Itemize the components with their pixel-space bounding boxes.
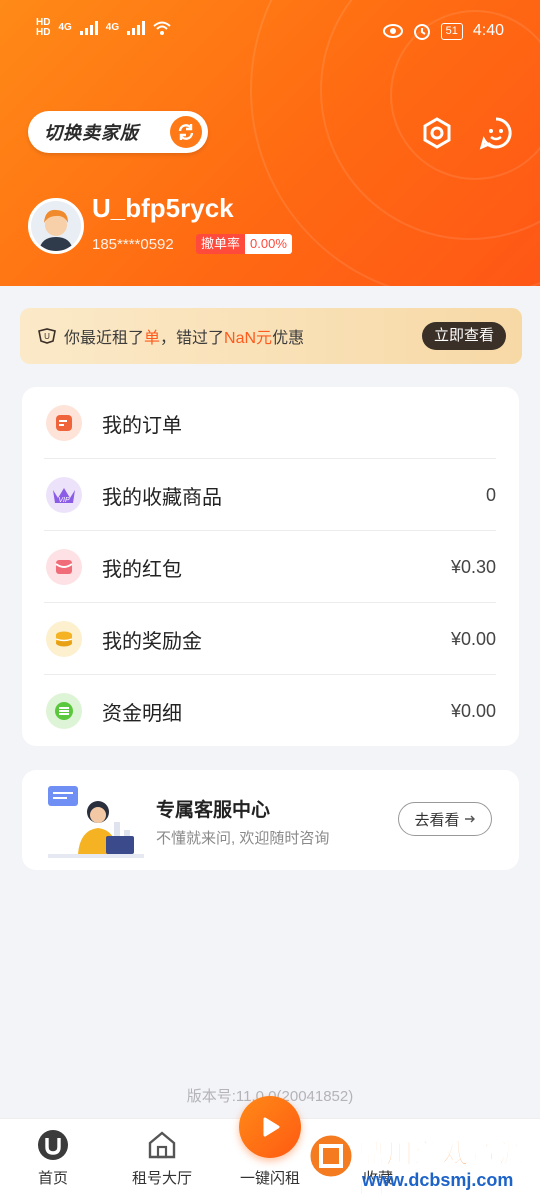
signal-1: 4G — [58, 22, 72, 33]
watermark-logo — [307, 1132, 355, 1180]
promo-highlight-2: NaN元 — [224, 330, 273, 347]
menu-item-red-packet[interactable]: 我的红包 ¥0.30 — [44, 531, 496, 603]
quick-rent-button[interactable] — [239, 1096, 301, 1158]
alarm-icon — [413, 24, 430, 40]
refresh-icon — [170, 116, 202, 148]
svg-text:VIP: VIP — [58, 497, 70, 504]
promo-text-1: 你最近租了 — [64, 330, 145, 347]
service-title: 专属客服中心 — [156, 800, 271, 821]
wifi-icon — [153, 21, 171, 35]
promo-text-2: ，错过了 — [160, 330, 225, 347]
clock: 4:40 — [472, 22, 504, 39]
switch-seller-button[interactable]: 切换卖家版 — [28, 111, 208, 153]
coupon-icon: U — [38, 328, 56, 344]
tab-rental-hall[interactable]: 租号大厅 — [117, 1119, 207, 1194]
eye-icon — [382, 24, 403, 38]
cancel-rate-badge: 撤单率 0.00% — [196, 234, 292, 254]
signal-2: 4G — [105, 22, 120, 33]
watermark: 鼎川游戏资源网 www.dcbsmj.com — [302, 1124, 540, 1194]
status-right: 51 4:40 — [382, 22, 504, 40]
menu-item-label: 我的红包 — [102, 558, 182, 581]
tab-label: 首页 — [37, 1170, 68, 1187]
view-now-button[interactable]: 立即查看 — [421, 322, 506, 350]
coin-icon — [46, 621, 82, 657]
go-see-label: 去看看 — [414, 811, 460, 829]
username: U_bfp5ryck — [92, 193, 234, 223]
menu-item-value: ¥0.00 — [450, 700, 496, 721]
menu-item-value: ¥0.30 — [450, 556, 496, 577]
play-icon — [263, 1117, 280, 1137]
menu-item-orders[interactable]: 我的订单 — [44, 387, 496, 459]
menu-item-label: 我的订单 — [102, 414, 182, 437]
phone-number: 185****0592 — [92, 236, 174, 253]
menu-item-value: 0 — [485, 484, 496, 505]
customer-service-card[interactable]: 专属客服中心 不懂就来问, 欢迎随时咨询 去看看 — [22, 770, 519, 870]
watermark-url: www.dcbsmj.com — [362, 1170, 514, 1190]
go-see-button[interactable]: 去看看 — [398, 802, 492, 836]
list-icon — [46, 693, 82, 729]
signal-group: HD HD 4G 4G — [36, 18, 171, 38]
signal-icon — [79, 21, 98, 35]
cancel-rate-label: 撤单率 — [196, 234, 246, 254]
tab-label: 租号大厅 — [131, 1170, 192, 1187]
house-icon — [148, 1131, 176, 1159]
menu-item-label: 资金明细 — [102, 702, 182, 725]
arrow-right-icon — [464, 815, 475, 823]
tab-home[interactable]: 首页 — [8, 1119, 98, 1194]
service-subtitle: 不懂就来问, 欢迎随时咨询 — [156, 830, 330, 847]
customer-service-illustration — [48, 786, 144, 858]
menu-item-value: ¥0.00 — [450, 628, 496, 649]
battery-indicator: 51 — [440, 22, 463, 40]
status-bar: HD HD 4G 4G 51 4:40 — [0, 0, 540, 64]
red-packet-icon — [46, 549, 82, 585]
menu-item-label: 我的收藏商品 — [102, 486, 222, 509]
message-icon[interactable] — [479, 116, 513, 150]
order-icon — [46, 405, 82, 441]
signal-icon — [127, 21, 146, 35]
promo-banner[interactable]: U 你最近租了单，错过了 NaN元 优惠 立即查看 — [20, 308, 522, 364]
menu-item-funds[interactable]: 资金明细 ¥0.00 — [44, 675, 496, 747]
menu-item-label: 我的奖励金 — [102, 630, 202, 653]
promo-text-3: 优惠 — [272, 330, 305, 347]
switch-label: 切换卖家版 — [44, 123, 139, 143]
menu-card: 我的订单 VIP 我的收藏商品 0 我的红包 ¥0.30 我的奖励金 ¥0.00… — [22, 387, 519, 746]
avatar[interactable] — [28, 198, 84, 254]
settings-icon[interactable] — [420, 116, 454, 150]
vip-icon: VIP — [46, 477, 82, 513]
cancel-rate-value: 0.00% — [245, 234, 292, 254]
svg-text:U: U — [44, 332, 50, 341]
menu-item-favorites[interactable]: VIP 我的收藏商品 0 — [44, 459, 496, 531]
menu-item-rewards[interactable]: 我的奖励金 ¥0.00 — [44, 603, 496, 675]
promo-highlight-1: 单 — [144, 330, 161, 347]
home-logo-icon — [38, 1130, 68, 1160]
profile-header: HD HD 4G 4G 51 4:40 切换卖家版 U_bfp5ryck 185… — [0, 0, 540, 286]
hd-label: HD HD — [36, 17, 51, 38]
